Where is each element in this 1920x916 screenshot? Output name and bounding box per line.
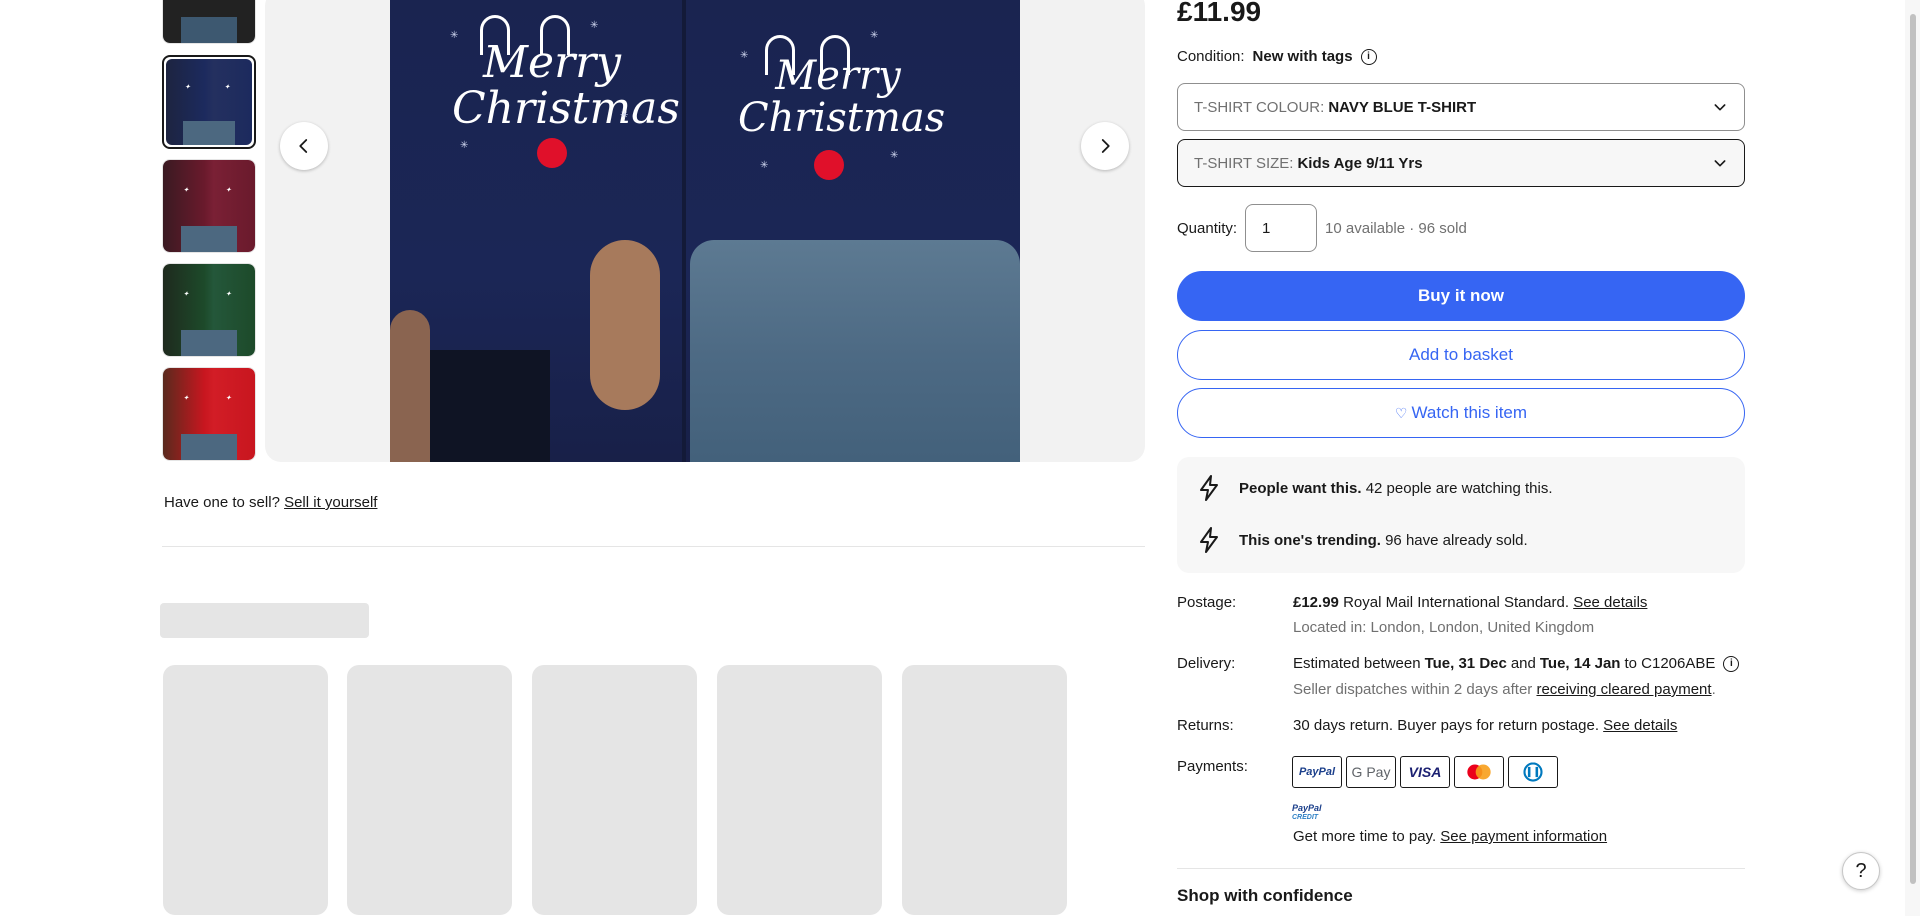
divider	[1177, 868, 1745, 869]
add-to-basket-button[interactable]: Add to basket	[1177, 330, 1745, 380]
scrollbar-thumb[interactable]	[1910, 14, 1916, 884]
buy-it-now-button[interactable]: Buy it now	[1177, 271, 1745, 321]
postage-price: £12.99	[1293, 594, 1339, 611]
gallery-thumbnail-maroon[interactable]: ✦ ✦	[162, 159, 256, 253]
postage-label: Postage:	[1177, 594, 1237, 611]
condition-value: New with tags	[1252, 48, 1353, 65]
delivery-date-to: Tue, 14 Jan	[1539, 655, 1621, 672]
signal-trending: This one's trending. 96 have already sol…	[1197, 527, 1528, 553]
sell-prompt-text: Have one to sell?	[164, 494, 280, 511]
credit-info: Get more time to pay. See payment inform…	[1293, 828, 1607, 845]
colour-select-value: NAVY BLUE T-SHIRT	[1328, 98, 1477, 116]
chevron-down-icon	[1714, 160, 1726, 167]
loading-skeleton-card	[717, 665, 882, 915]
next-image-button[interactable]	[1081, 122, 1129, 170]
chevron-down-icon	[1714, 104, 1726, 111]
watch-item-button[interactable]: ♡ Watch this item	[1177, 388, 1745, 438]
demand-signals: People want this. 42 people are watching…	[1177, 457, 1745, 573]
info-icon[interactable]: i	[1360, 48, 1377, 65]
signal-bold: People want this.	[1239, 479, 1362, 497]
gallery-thumbnail-green[interactable]: ✦ ✦	[162, 263, 256, 357]
returns-text: 30 days return. Buyer pays for return po…	[1293, 717, 1599, 734]
condition-row: Condition: New with tags i	[1177, 48, 1377, 65]
divider	[162, 546, 1145, 547]
print-text-right: Merry Christmas	[738, 53, 946, 141]
dispatch-end: .	[1711, 681, 1716, 698]
returns-info: 30 days return. Buyer pays for return po…	[1293, 717, 1677, 734]
help-button[interactable]: ?	[1842, 852, 1880, 890]
chevron-right-icon	[1101, 139, 1110, 153]
cleared-payment-link[interactable]: receiving cleared payment	[1536, 681, 1711, 698]
info-icon[interactable]: i	[1723, 655, 1740, 672]
quantity-row: Quantity: 10 available · 96 sold	[1177, 204, 1467, 252]
diners-club-logo-icon	[1508, 756, 1558, 788]
quantity-input[interactable]	[1245, 204, 1318, 252]
previous-image-button[interactable]	[280, 122, 328, 170]
dispatch-text: Seller dispatches within 2 days after	[1293, 681, 1533, 698]
gallery-thumbnail-red[interactable]: ✦ ✦	[162, 367, 256, 461]
chevron-left-icon	[299, 139, 308, 153]
gallery-thumbnail-navy[interactable]: ✦ ✦	[162, 55, 256, 149]
loading-skeleton-card	[902, 665, 1067, 915]
paypal-logo-icon: PayPal	[1292, 756, 1342, 788]
lightning-icon	[1200, 527, 1218, 553]
postage-see-details-link[interactable]: See details	[1573, 594, 1647, 611]
quantity-label: Quantity:	[1177, 219, 1238, 237]
payments-label: Payments:	[1177, 758, 1248, 775]
size-select[interactable]: T-SHIRT SIZE: Kids Age 9/11 Yrs	[1177, 139, 1745, 187]
delivery-and: and	[1510, 655, 1536, 672]
signal-watching: People want this. 42 people are watching…	[1197, 475, 1553, 501]
size-select-value: Kids Age 9/11 Yrs	[1297, 154, 1423, 172]
delivery-prefix: Estimated between	[1293, 655, 1421, 672]
thumbnail-image: ✦ ✦	[163, 368, 255, 460]
returns-label: Returns:	[1177, 717, 1234, 734]
loading-skeleton-card	[347, 665, 512, 915]
product-photo: Merry Christmas Merry Christmas ✳ ✳ ✳ ✳ …	[390, 0, 1020, 462]
colour-select[interactable]: T-SHIRT COLOUR: NAVY BLUE T-SHIRT	[1177, 83, 1745, 131]
watch-item-label: Watch this item	[1411, 403, 1528, 422]
item-price: £11.99	[1177, 0, 1262, 27]
delivery-label: Delivery:	[1177, 655, 1236, 672]
condition-label: Condition:	[1177, 48, 1245, 65]
item-location: Located in: London, London, United Kingd…	[1293, 619, 1595, 636]
delivery-to: to C1206ABE	[1624, 655, 1716, 672]
main-product-image[interactable]: Merry Christmas Merry Christmas ✳ ✳ ✳ ✳ …	[265, 0, 1145, 462]
size-select-label: T-SHIRT SIZE:	[1194, 154, 1294, 172]
print-nose-left	[537, 138, 567, 168]
shop-with-confidence-heading: Shop with confidence	[1177, 886, 1353, 905]
postage-info: £12.99 Royal Mail International Standard…	[1293, 594, 1647, 611]
postage-service: Royal Mail International Standard.	[1343, 594, 1570, 611]
credit-text: Get more time to pay.	[1293, 828, 1437, 845]
payment-information-link[interactable]: See payment information	[1440, 828, 1607, 845]
gallery-thumbnail-black[interactable]	[162, 0, 256, 44]
loading-skeleton-title	[160, 603, 369, 638]
print-nose-right	[814, 150, 844, 180]
thumbnail-image: ✦ ✦	[166, 59, 252, 145]
lightning-icon	[1200, 475, 1218, 501]
sell-it-yourself-link[interactable]: Sell it yourself	[284, 494, 377, 511]
delivery-estimate: Estimated between Tue, 31 Dec and Tue, 1…	[1293, 655, 1740, 672]
delivery-date-from: Tue, 31 Dec	[1424, 655, 1507, 672]
availability-text: 10 available · 96 sold	[1325, 219, 1467, 237]
heart-icon: ♡	[1394, 404, 1408, 421]
loading-skeleton-card	[532, 665, 697, 915]
signal-text: 96 have already sold.	[1385, 531, 1528, 549]
loading-skeleton-card	[163, 665, 328, 915]
signal-bold: This one's trending.	[1239, 531, 1381, 549]
thumbnail-image: ✦ ✦	[163, 160, 255, 252]
google-pay-logo-icon: G Pay	[1346, 756, 1396, 788]
mastercard-logo-icon	[1454, 756, 1504, 788]
paypal-credit-logo-icon: PayPal CREDIT	[1292, 803, 1322, 822]
dispatch-info: Seller dispatches within 2 days after re…	[1293, 681, 1716, 698]
signal-text: 42 people are watching this.	[1365, 479, 1553, 497]
sell-prompt: Have one to sell? Sell it yourself	[164, 494, 377, 511]
returns-see-details-link[interactable]: See details	[1603, 717, 1677, 734]
colour-select-label: T-SHIRT COLOUR:	[1194, 98, 1325, 116]
visa-logo-icon: VISA	[1400, 756, 1450, 788]
thumbnail-image: ✦ ✦	[163, 264, 255, 356]
payment-methods: PayPal G Pay VISA	[1292, 756, 1558, 788]
thumbnail-image	[163, 0, 255, 43]
